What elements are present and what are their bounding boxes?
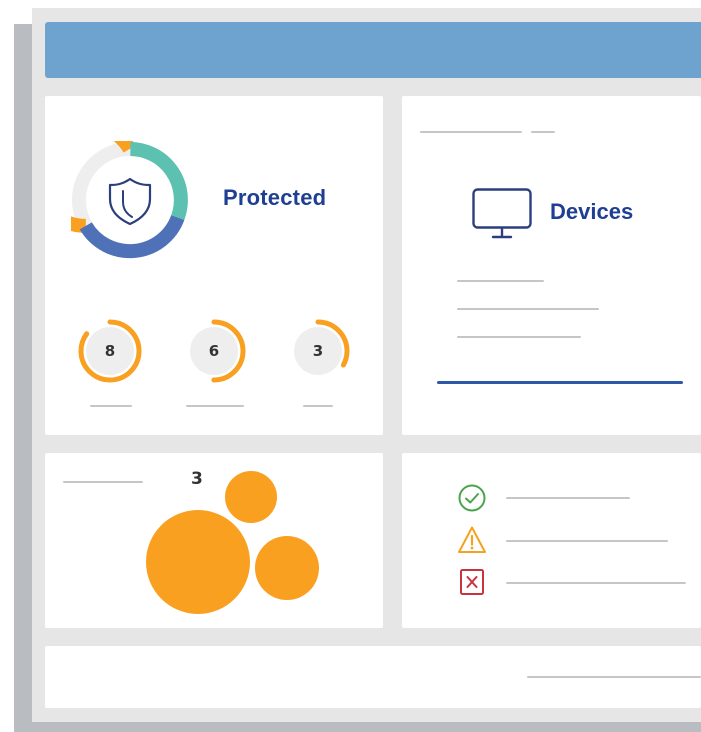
threat-bubble-small (225, 471, 277, 523)
warning-triangle-icon (458, 526, 486, 553)
gauge-2-label-placeholder (186, 405, 244, 407)
devices-card[interactable]: Devices (402, 96, 701, 435)
footer-card (45, 646, 701, 708)
threat-count: 3 (191, 469, 203, 489)
protection-status-label: Protected (223, 185, 327, 210)
devices-card-header-placeholder-short (531, 131, 555, 133)
gauge-2[interactable]: 6 (181, 318, 247, 384)
status-line-warning-placeholder (506, 540, 668, 542)
devices-progress-rule (437, 381, 683, 384)
gauge-2-count: 6 (208, 342, 220, 360)
status-line-error-placeholder (506, 582, 686, 584)
gauge-3-label-placeholder (303, 405, 333, 407)
device-line-placeholder-3 (457, 336, 581, 338)
gauge-3[interactable]: 3 (285, 318, 351, 384)
header-bar (45, 22, 701, 78)
protection-card[interactable]: Protected 8 6 3 (45, 96, 383, 435)
threat-bubble-large (146, 510, 250, 614)
gauge-1-label-placeholder (90, 405, 132, 407)
gauge-1-count: 8 (104, 342, 116, 360)
monitor-icon (472, 188, 532, 239)
devices-label: Devices (550, 199, 634, 224)
dashboard-illustration: Protected 8 6 3 Devices 3 (0, 0, 701, 732)
gauge-1[interactable]: 8 (77, 318, 143, 384)
footer-line-placeholder (527, 676, 701, 678)
status-list-card[interactable] (402, 453, 701, 628)
error-x-icon (460, 569, 484, 595)
devices-card-header-placeholder (420, 131, 522, 133)
device-line-placeholder-2 (457, 308, 599, 310)
gauge-3-count: 3 (312, 342, 324, 360)
status-line-ok-placeholder (506, 497, 630, 499)
check-circle-icon (458, 484, 486, 512)
threats-card[interactable]: 3 (45, 453, 383, 628)
threat-bubble-medium (255, 536, 319, 600)
shield-icon (108, 177, 152, 226)
dashboard-window: Protected 8 6 3 Devices 3 (32, 8, 701, 722)
device-line-placeholder-1 (457, 280, 544, 282)
protection-donut-chart (71, 141, 188, 259)
threats-card-title-placeholder (63, 481, 143, 483)
